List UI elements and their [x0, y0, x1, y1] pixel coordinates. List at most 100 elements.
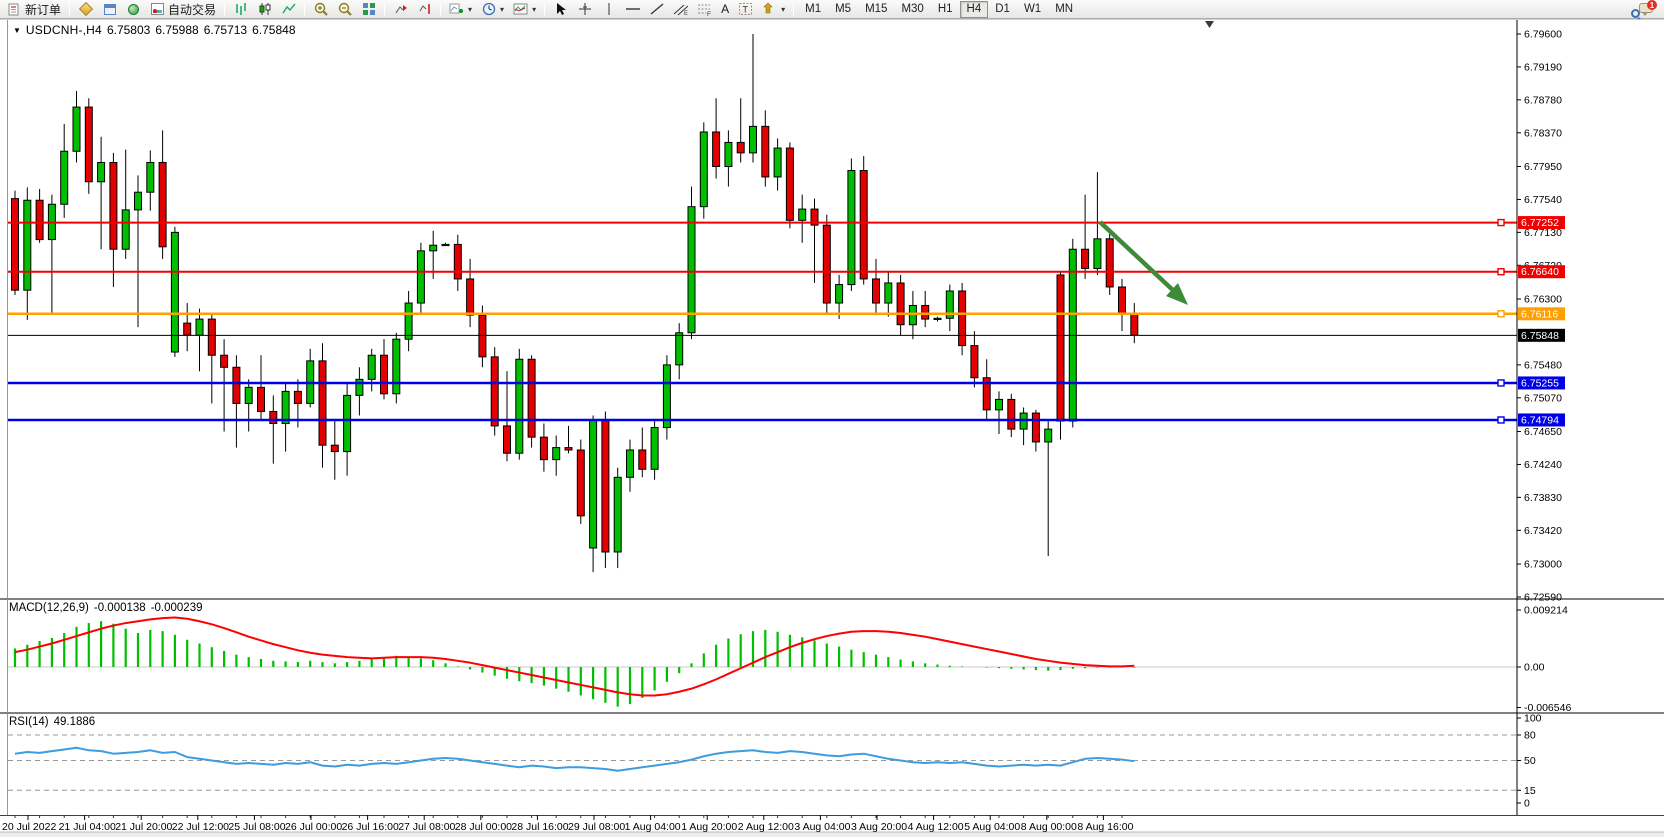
rsi-panel[interactable]	[8, 735, 1517, 790]
svg-text:6.74240: 6.74240	[1524, 459, 1562, 471]
chart-shift-icon	[393, 2, 408, 17]
candle-body	[786, 148, 793, 220]
timeframe-mn[interactable]: MN	[1048, 1, 1080, 18]
svg-text:80: 80	[1524, 730, 1536, 742]
candle-body	[971, 346, 978, 378]
candle-body	[528, 359, 535, 437]
tile-windows-button[interactable]	[357, 1, 380, 18]
line-chart-button[interactable]	[277, 1, 300, 18]
cursor-icon	[553, 2, 568, 17]
svg-text:25 Jul 08:00: 25 Jul 08:00	[228, 821, 285, 833]
line-handle[interactable]	[1498, 220, 1504, 226]
channel-tool-button[interactable]: E	[669, 1, 692, 18]
dropdown-caret: ▾	[781, 5, 785, 14]
chart-canvas[interactable]: 6.796006.791906.787806.783706.779506.775…	[0, 19, 1664, 837]
candle-body	[270, 411, 277, 423]
market-watch-button[interactable]	[74, 1, 97, 18]
timeframe-m15[interactable]: M15	[858, 1, 894, 18]
svg-text:15: 15	[1524, 785, 1536, 797]
svg-text:26 Jul 16:00: 26 Jul 16:00	[342, 821, 399, 833]
candle-body	[294, 391, 301, 403]
periods-button[interactable]: ▾	[477, 1, 508, 18]
svg-text:6.76116: 6.76116	[1521, 308, 1558, 320]
vertical-line-tool-button[interactable]	[597, 1, 620, 18]
chart-dropdown-icon[interactable]: ▼	[13, 26, 21, 35]
dropdown-caret: ▾	[532, 5, 536, 14]
timeframe-m1[interactable]: M1	[798, 1, 828, 18]
candle-body	[676, 333, 683, 365]
candle-body	[860, 171, 867, 279]
chart-low-value: 6.75713	[204, 23, 247, 37]
chart-window: 6.796006.791906.787806.783706.779506.775…	[0, 19, 1664, 837]
candlestick-icon	[257, 2, 272, 17]
candle-body	[774, 148, 781, 177]
data-window-button[interactable]	[98, 1, 121, 18]
line-handle[interactable]	[1498, 311, 1504, 317]
auto-scroll-button[interactable]	[413, 1, 436, 18]
candlestick-layer[interactable]	[12, 34, 1138, 572]
template-icon	[513, 2, 528, 17]
bar-chart-button[interactable]	[229, 1, 252, 18]
zoom-out-button[interactable]	[333, 1, 356, 18]
line-handle[interactable]	[1498, 380, 1504, 386]
auto-trading-button[interactable]: 自动交易	[146, 1, 220, 18]
svg-text:6.74794: 6.74794	[1521, 414, 1559, 426]
candle-body	[36, 200, 43, 239]
horizontal-line-tool-button[interactable]	[621, 1, 644, 18]
svg-text:1 Aug 04:00: 1 Aug 04:00	[625, 821, 681, 833]
chart-high-value: 6.75988	[155, 23, 198, 37]
line-handle[interactable]	[1498, 417, 1504, 423]
text-tool-icon: A	[721, 3, 729, 15]
svg-text:6.72590: 6.72590	[1524, 591, 1562, 603]
zoom-in-button[interactable]	[309, 1, 332, 18]
candle-body	[61, 151, 68, 204]
time-axis[interactable]: 20 Jul 202221 Jul 04:0021 Jul 20:0022 Ju…	[2, 815, 1134, 833]
fibonacci-tool-button[interactable]: F	[693, 1, 716, 18]
label-tool-button[interactable]: T	[734, 1, 757, 18]
candlestick-chart-button[interactable]	[253, 1, 276, 18]
candle-body	[208, 319, 215, 355]
add-indicator-button[interactable]: ▾	[445, 1, 476, 18]
rsi-label: RSI(14) 49.1886	[9, 716, 95, 728]
new-order-button[interactable]: 新订单	[3, 1, 65, 18]
crosshair-tool-button[interactable]	[573, 1, 596, 18]
candle-body	[454, 244, 461, 279]
line-handle[interactable]	[1498, 269, 1504, 275]
timeframe-m30[interactable]: M30	[894, 1, 930, 18]
candle-body	[996, 399, 1003, 409]
separator	[69, 2, 70, 16]
candle-body	[614, 477, 621, 552]
candle-body	[713, 132, 720, 167]
macd-panel[interactable]	[8, 618, 1517, 707]
candle-body	[184, 323, 191, 335]
chart-shift-marker-icon[interactable]	[1205, 21, 1214, 28]
candle-body	[565, 448, 572, 450]
timeframe-w1[interactable]: W1	[1017, 1, 1048, 18]
timeframe-h1[interactable]: H1	[931, 1, 960, 18]
cursor-tool-button[interactable]	[549, 1, 572, 18]
timeframe-d1[interactable]: D1	[988, 1, 1017, 18]
templates-button[interactable]: ▾	[509, 1, 540, 18]
timeframe-h4[interactable]: H4	[960, 1, 989, 18]
connection-button[interactable]	[122, 1, 145, 18]
candle-body	[122, 210, 129, 249]
svg-text:6.77950: 6.77950	[1524, 161, 1562, 173]
trendline-tool-button[interactable]	[645, 1, 668, 18]
candle-body	[725, 142, 732, 166]
candle-body	[504, 426, 511, 453]
candle-body	[577, 450, 584, 516]
svg-text:1 Aug 20:00: 1 Aug 20:00	[681, 821, 737, 833]
chat-bubble-tail	[1642, 12, 1648, 16]
svg-text:100: 100	[1524, 713, 1542, 725]
timeframe-m5[interactable]: M5	[828, 1, 858, 18]
chart-shift-button[interactable]	[389, 1, 412, 18]
notifications-icon[interactable]: 1	[1639, 2, 1655, 16]
svg-text:4 Aug 12:00: 4 Aug 12:00	[908, 821, 964, 833]
svg-text:26 Jul 00:00: 26 Jul 00:00	[285, 821, 342, 833]
candle-body	[885, 283, 892, 303]
text-tool-button[interactable]: A	[717, 1, 733, 18]
candle-body	[282, 391, 289, 423]
candle-body	[922, 305, 929, 319]
arrows-tool-button[interactable]: ▾	[758, 1, 789, 18]
dropdown-caret: ▾	[500, 5, 504, 14]
